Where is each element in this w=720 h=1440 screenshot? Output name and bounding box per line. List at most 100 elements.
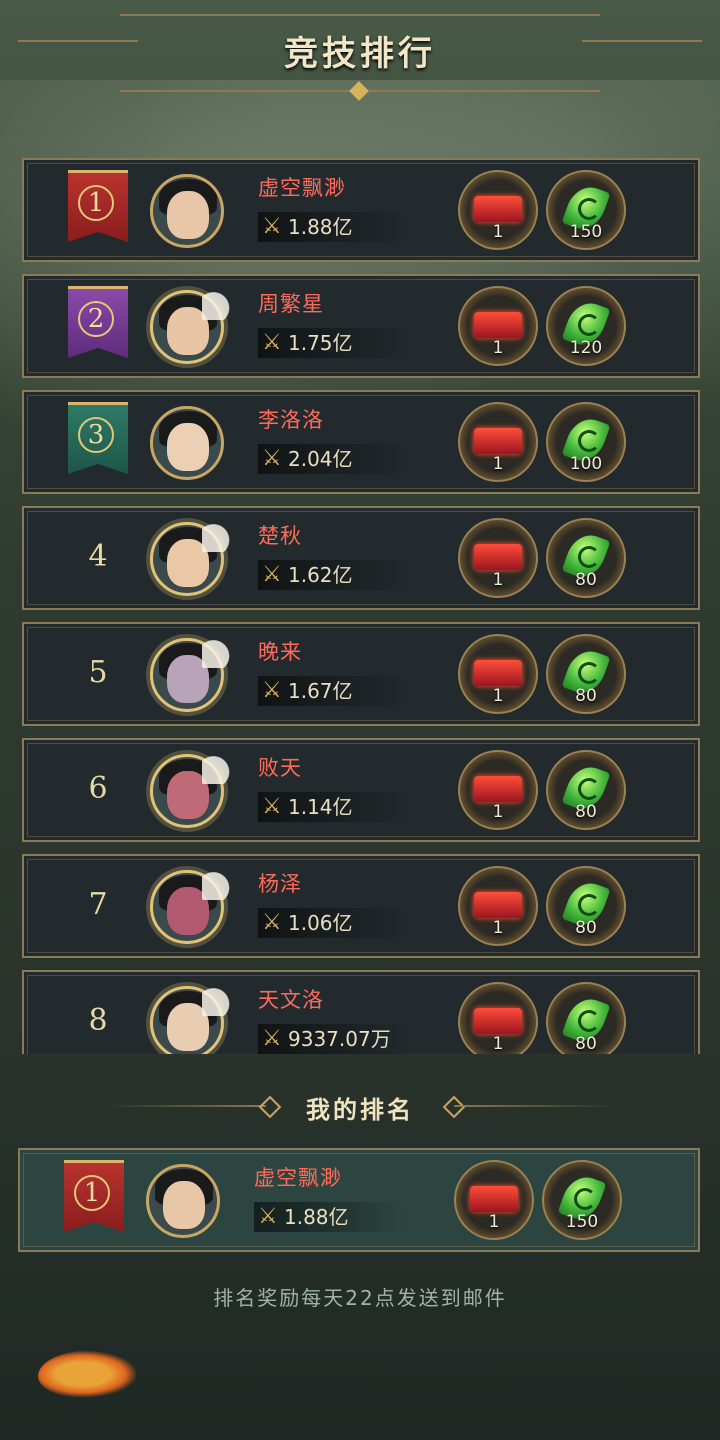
jade-swirl xyxy=(578,546,600,568)
avatar-face xyxy=(167,423,209,471)
player-name: 败天 xyxy=(258,756,302,780)
player-avatar-frame[interactable] xyxy=(140,402,240,486)
crossed-swords-icon: ⚔ xyxy=(262,678,282,703)
combat-power: ⚔ 1.75亿 xyxy=(258,328,408,358)
crossed-swords-icon: ⚔ xyxy=(262,1026,282,1051)
jade-reward-slot[interactable]: 80 xyxy=(546,982,626,1054)
combat-power: ⚔ 1.62亿 xyxy=(258,560,408,590)
rank-number: 6 xyxy=(88,771,108,806)
ranking-row[interactable]: 1 虚空飘渺 ⚔ 1.88亿 1 150 xyxy=(22,158,700,262)
jade-reward-slot[interactable]: 80 xyxy=(546,634,626,714)
jade-swirl xyxy=(578,198,600,220)
title-badge-icon xyxy=(474,428,522,454)
avatar-face xyxy=(163,1181,205,1229)
my-rank-card[interactable]: 1 虚空飘渺 ⚔ 1.88亿 1 150 xyxy=(18,1148,700,1252)
rank-banner-icon: 3 xyxy=(68,402,128,474)
title-reward-slot[interactable]: 1 xyxy=(458,518,538,598)
player-avatar-frame[interactable] xyxy=(140,628,240,718)
crossed-swords-icon: ⚔ xyxy=(262,562,282,587)
ranking-row[interactable]: 8 天文洛 ⚔ 9337.07万 1 80 xyxy=(22,970,700,1054)
title-reward-slot[interactable]: 1 xyxy=(458,634,538,714)
jade-reward-slot[interactable]: 100 xyxy=(546,402,626,482)
jade-swirl xyxy=(578,314,600,336)
player-avatar-frame[interactable] xyxy=(140,512,240,602)
ranking-row[interactable]: 5 晚来 ⚔ 1.67亿 1 80 xyxy=(22,622,700,726)
crossed-swords-icon: ⚔ xyxy=(262,330,282,355)
player-avatar-frame[interactable] xyxy=(140,744,240,834)
crossed-swords-icon: ⚔ xyxy=(258,1204,278,1229)
combat-power: ⚔ 1.06亿 xyxy=(258,908,408,938)
page-title: 竞技排行 xyxy=(284,34,436,74)
ranking-row[interactable]: 6 败天 ⚔ 1.14亿 1 80 xyxy=(22,738,700,842)
title-reward-slot[interactable]: 1 xyxy=(458,866,538,946)
title-badge-icon xyxy=(474,312,522,338)
combat-power: ⚔ 1.67亿 xyxy=(258,676,408,706)
player-name: 晚来 xyxy=(258,640,302,664)
ranking-row[interactable]: 7 杨泽 ⚔ 1.06亿 1 80 xyxy=(22,854,700,958)
avatar[interactable] xyxy=(146,1164,220,1238)
ranking-row[interactable]: 2 周繁星 ⚔ 1.75亿 1 120 xyxy=(22,274,700,378)
reward-count: 80 xyxy=(575,1034,597,1054)
my-rank-heading: 我的排名 xyxy=(306,1096,414,1124)
jade-reward-slot[interactable]: 80 xyxy=(546,518,626,598)
crossed-swords-icon: ⚔ xyxy=(262,214,282,239)
koi-fish-icon[interactable] xyxy=(38,1350,138,1398)
jade-reward-slot[interactable]: 150 xyxy=(546,170,626,250)
title-badge-icon xyxy=(474,196,522,222)
jade-swirl xyxy=(578,778,600,800)
rank-number: 1 xyxy=(78,185,114,221)
player-name: 天文洛 xyxy=(258,988,324,1012)
crane-wing-icon xyxy=(202,512,240,552)
reward-count: 1 xyxy=(492,338,504,358)
jade-swirl xyxy=(578,662,600,684)
reward-count: 1 xyxy=(492,570,504,590)
rank-banner-icon: 1 xyxy=(64,1160,124,1232)
ranking-row[interactable]: 4 楚秋 ⚔ 1.62亿 1 80 xyxy=(22,506,700,610)
combat-power: ⚔ 9337.07万 xyxy=(258,1024,408,1054)
rank-number: 4 xyxy=(88,539,108,574)
jade-reward-slot[interactable]: 80 xyxy=(546,750,626,830)
combat-power-value: 1.14亿 xyxy=(288,795,353,819)
crane-wing-icon xyxy=(202,976,240,1016)
player-avatar-frame[interactable] xyxy=(140,976,240,1054)
reward-count: 100 xyxy=(569,454,603,474)
combat-power: ⚔ 1.88亿 xyxy=(258,212,408,242)
crossed-swords-icon: ⚔ xyxy=(262,446,282,471)
jade-reward-slot[interactable]: 80 xyxy=(546,866,626,946)
ranking-list[interactable]: 1 虚空飘渺 ⚔ 1.88亿 1 150 2 周繁星 ⚔ 1.75亿 1 120 3 李洛洛 ⚔ 2.04亿 1… xyxy=(22,158,700,1054)
jade-swirl xyxy=(574,1188,596,1210)
reward-count: 1 xyxy=(492,1034,504,1054)
player-avatar-frame[interactable] xyxy=(136,1160,236,1244)
title-reward-slot[interactable]: 1 xyxy=(458,750,538,830)
player-avatar-frame[interactable] xyxy=(140,280,240,370)
avatar[interactable] xyxy=(150,406,224,480)
reward-count: 150 xyxy=(569,222,603,242)
page-header: 竞技排行 xyxy=(0,0,720,110)
title-badge-icon xyxy=(474,892,522,918)
jade-reward-slot[interactable]: 120 xyxy=(546,286,626,366)
rank-number: 3 xyxy=(78,417,114,453)
title-badge-icon xyxy=(474,544,522,570)
reward-count: 1 xyxy=(492,918,504,938)
rank-banner-icon: 1 xyxy=(68,170,128,242)
jade-swirl xyxy=(578,430,600,452)
crane-wing-icon xyxy=(202,860,240,900)
player-name: 李洛洛 xyxy=(258,408,324,432)
reward-count: 80 xyxy=(575,570,597,590)
title-reward-slot[interactable]: 1 xyxy=(458,170,538,250)
title-reward-slot[interactable]: 1 xyxy=(454,1160,534,1240)
title-reward-slot[interactable]: 1 xyxy=(458,402,538,482)
jade-reward-slot[interactable]: 150 xyxy=(542,1160,622,1240)
title-reward-slot[interactable]: 1 xyxy=(458,982,538,1054)
title-reward-slot[interactable]: 1 xyxy=(458,286,538,366)
rank-number: 7 xyxy=(88,887,108,922)
crossed-swords-icon: ⚔ xyxy=(262,910,282,935)
avatar[interactable] xyxy=(150,174,224,248)
combat-power-value: 1.06亿 xyxy=(288,911,353,935)
ranking-row[interactable]: 3 李洛洛 ⚔ 2.04亿 1 100 xyxy=(22,390,700,494)
combat-power-value: 1.62亿 xyxy=(288,563,353,587)
player-avatar-frame[interactable] xyxy=(140,170,240,254)
player-avatar-frame[interactable] xyxy=(140,860,240,950)
rank-banner-icon: 2 xyxy=(68,286,128,358)
rank-number: 2 xyxy=(78,301,114,337)
